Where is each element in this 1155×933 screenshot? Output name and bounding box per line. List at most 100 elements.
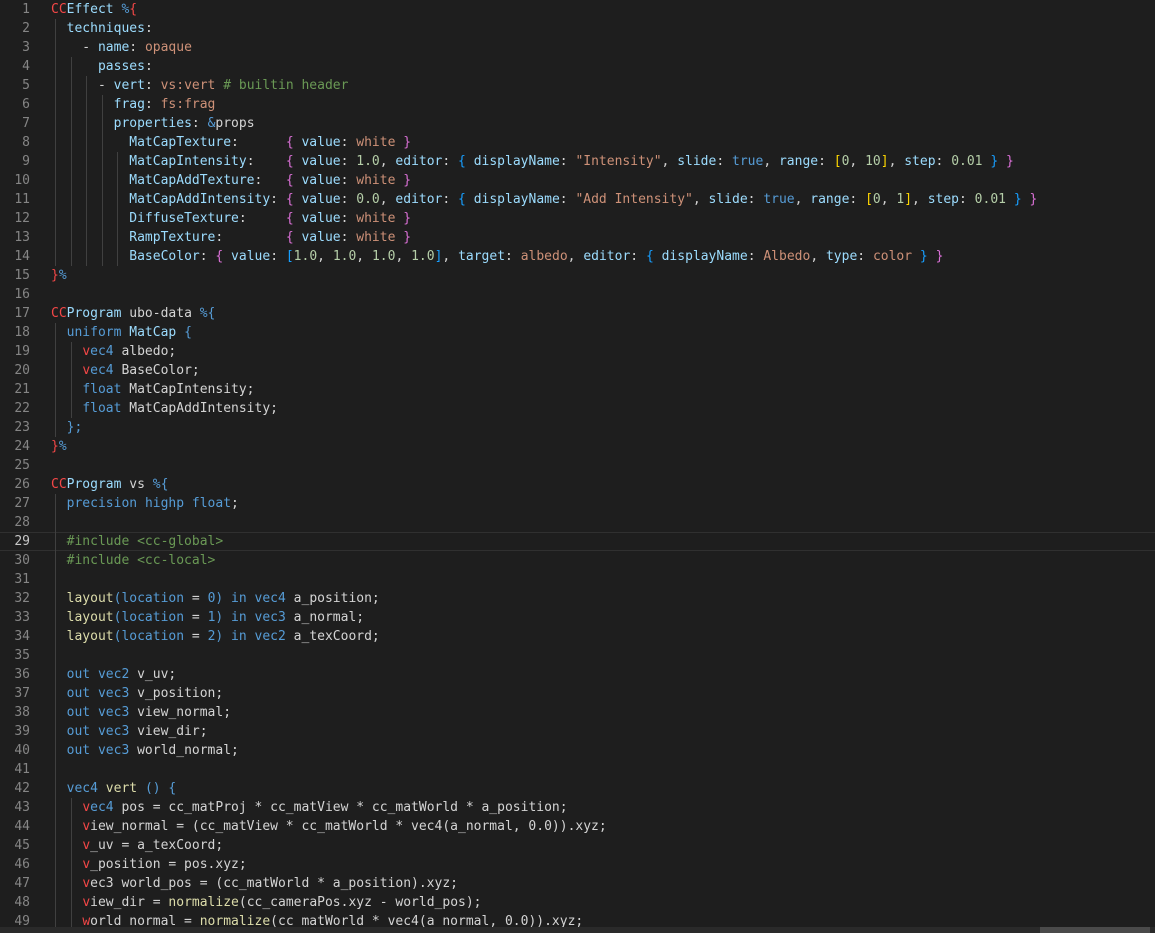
code-line[interactable]: 21 float MatCapIntensity;	[0, 380, 1155, 399]
code-line[interactable]: 9 MatCapIntensity: { value: 1.0, editor:…	[0, 152, 1155, 171]
code-text[interactable]: CCEffect %{	[51, 0, 137, 19]
code-line[interactable]: 31	[0, 570, 1155, 589]
code-line[interactable]: 34 layout(location = 2) in vec2 a_texCoo…	[0, 627, 1155, 646]
code-line[interactable]: 4 passes:	[0, 57, 1155, 76]
code-text[interactable]: float MatCapAddIntensity;	[51, 399, 278, 418]
code-line[interactable]: 43 vec4 pos = cc_matProj * cc_matView * …	[0, 798, 1155, 817]
code-line[interactable]: 13 RampTexture: { value: white }	[0, 228, 1155, 247]
code-editor[interactable]: 1 CCEffect %{2 techniques: 3 - name: opaqu…	[0, 0, 1155, 933]
code-line[interactable]: 28	[0, 513, 1155, 532]
code-text[interactable]: MatCapAddIntensity: { value: 0.0, editor…	[51, 190, 1037, 209]
code-line[interactable]: 23 };	[0, 418, 1155, 437]
code-text[interactable]: out vec3 world_normal;	[51, 741, 239, 760]
code-line[interactable]: 38 out vec3 view_normal;	[0, 703, 1155, 722]
code-line[interactable]: 33 layout(location = 1) in vec3 a_normal…	[0, 608, 1155, 627]
code-line[interactable]: 27 precision highp float;	[0, 494, 1155, 513]
code-line[interactable]: 45 v_uv = a_texCoord;	[0, 836, 1155, 855]
code-text[interactable]: out vec3 view_dir;	[51, 722, 208, 741]
code-text[interactable]: v_uv = a_texCoord;	[51, 836, 223, 855]
code-line[interactable]: 36 out vec2 v_uv;	[0, 665, 1155, 684]
code-text[interactable]: out vec2 v_uv;	[51, 665, 177, 684]
code-text[interactable]: DiffuseTexture: { value: white }	[51, 209, 411, 228]
code-line[interactable]: 46 v_position = pos.xyz;	[0, 855, 1155, 874]
code-text[interactable]: out vec3 v_position;	[51, 684, 224, 703]
code-line[interactable]: 6 frag: fs:frag	[0, 95, 1155, 114]
code-line[interactable]: 5 - vert: vs:vert # builtin header	[0, 76, 1155, 95]
code-line[interactable]: 20 vec4 BaseColor;	[0, 361, 1155, 380]
code-line[interactable]: 14 BaseColor: { value: [1.0, 1.0, 1.0, 1…	[0, 247, 1155, 266]
code-text[interactable]: v_position = pos.xyz;	[51, 855, 246, 874]
code-token: ec4	[90, 363, 114, 378]
code-text[interactable]: vec4 pos = cc_matProj * cc_matView * cc_…	[51, 798, 567, 817]
code-text[interactable]: }%	[51, 266, 67, 285]
code-line[interactable]: 16	[0, 285, 1155, 304]
code-line[interactable]: 48 view_dir = normalize(cc_cameraPos.xyz…	[0, 893, 1155, 912]
code-line[interactable]: 15}%	[0, 266, 1155, 285]
code-line[interactable]: 2 techniques:	[0, 19, 1155, 38]
code-text[interactable]: view_dir = normalize(cc_cameraPos.xyz - …	[51, 893, 481, 912]
code-text[interactable]: #include <cc-local>	[51, 551, 216, 570]
code-text[interactable]: layout(location = 0) in vec4 a_position;	[51, 589, 380, 608]
code-text[interactable]: techniques:	[51, 19, 153, 38]
code-text[interactable]: #include <cc-global>	[51, 532, 224, 551]
code-line[interactable]: 1 CCEffect %{	[0, 0, 1155, 19]
code-line[interactable]: 18 uniform MatCap {	[0, 323, 1155, 342]
code-text[interactable]: BaseColor: { value: [1.0, 1.0, 1.0, 1.0]…	[51, 247, 943, 266]
code-text[interactable]: MatCapAddTexture: { value: white }	[51, 171, 411, 190]
scrollbar-thumb[interactable]	[1040, 927, 1150, 933]
code-text[interactable]: vec4 albedo;	[51, 342, 176, 361]
code-text[interactable]: MatCapIntensity: { value: 1.0, editor: {…	[51, 152, 1014, 171]
code-text[interactable]: - name: opaque	[51, 38, 192, 57]
code-token: v	[82, 344, 91, 359]
code-text[interactable]: CCProgram vs %{	[51, 475, 168, 494]
code-line[interactable]: 37 out vec3 v_position;	[0, 684, 1155, 703]
code-line[interactable]: 30 #include <cc-local>	[0, 551, 1155, 570]
horizontal-scrollbar[interactable]	[0, 927, 1155, 933]
code-text[interactable]: vec4 vert () {	[51, 779, 177, 798]
code-text[interactable]: view_normal = (cc_matView * cc_matWorld …	[51, 817, 606, 836]
code-line[interactable]: 12 DiffuseTexture: { value: white }	[0, 209, 1155, 228]
code-line[interactable]: 41	[0, 760, 1155, 779]
code-text[interactable]: CCProgram ubo-data %{	[51, 304, 215, 323]
code-lines[interactable]: 1 CCEffect %{2 techniques: 3 - name: opaqu…	[0, 0, 1155, 931]
code-text[interactable]: out vec3 view_normal;	[51, 703, 231, 722]
code-line[interactable]: 39 out vec3 view_dir;	[0, 722, 1155, 741]
code-text[interactable]: precision highp float;	[51, 494, 239, 513]
code-text[interactable]: vec4 BaseColor;	[51, 361, 199, 380]
code-line[interactable]: 42 vec4 vert () {	[0, 779, 1155, 798]
code-line[interactable]: 3 - name: opaque	[0, 38, 1155, 57]
code-text[interactable]: layout(location = 2) in vec2 a_texCoord;	[51, 627, 380, 646]
code-line[interactable]: 19 vec4 albedo;	[0, 342, 1155, 361]
code-text[interactable]: layout(location = 1) in vec3 a_normal;	[51, 608, 364, 627]
code-text[interactable]: vec3 world_pos = (cc_matWorld * a_positi…	[51, 874, 458, 893]
code-text[interactable]: frag: fs:frag	[51, 95, 216, 114]
code-text[interactable]: - vert: vs:vert # builtin header	[51, 76, 349, 95]
code-line[interactable]: 24}%	[0, 437, 1155, 456]
code-line[interactable]: 11 MatCapAddIntensity: { value: 0.0, edi…	[0, 190, 1155, 209]
code-text[interactable]: MatCapTexture: { value: white }	[51, 133, 411, 152]
code-line[interactable]: 40 out vec3 world_normal;	[0, 741, 1155, 760]
code-line[interactable]: 10 MatCapAddTexture: { value: white }	[0, 171, 1155, 190]
code-text[interactable]: };	[51, 418, 83, 437]
code-line[interactable]: 26 CCProgram vs %{	[0, 475, 1155, 494]
code-line[interactable]: 47 vec3 world_pos = (cc_matWorld * a_pos…	[0, 874, 1155, 893]
code-text[interactable]: uniform MatCap {	[51, 323, 192, 342]
code-line[interactable]: 29 #include <cc-global>	[0, 532, 1155, 551]
code-token: :	[857, 249, 873, 264]
code-token: MatCapAddIntensity	[129, 192, 271, 207]
code-text[interactable]: RampTexture: { value: white }	[51, 228, 411, 247]
code-line[interactable]: 22 float MatCapAddIntensity;	[0, 399, 1155, 418]
code-line[interactable]: 7 properties: &props	[0, 114, 1155, 133]
code-text[interactable]: passes:	[51, 57, 153, 76]
code-line[interactable]: 25	[0, 456, 1155, 475]
code-line[interactable]: 17 CCProgram ubo-data %{	[0, 304, 1155, 323]
code-line[interactable]: 44 view_normal = (cc_matView * cc_matWor…	[0, 817, 1155, 836]
code-text[interactable]: properties: &props	[51, 114, 255, 133]
code-line[interactable]: 35	[0, 646, 1155, 665]
code-text[interactable]: float MatCapIntensity;	[51, 380, 254, 399]
code-line[interactable]: 8 MatCapTexture: { value: white }	[0, 133, 1155, 152]
code-token: ,	[763, 154, 779, 169]
code-line[interactable]: 32 layout(location = 0) in vec4 a_positi…	[0, 589, 1155, 608]
code-text[interactable]: }%	[51, 437, 67, 456]
